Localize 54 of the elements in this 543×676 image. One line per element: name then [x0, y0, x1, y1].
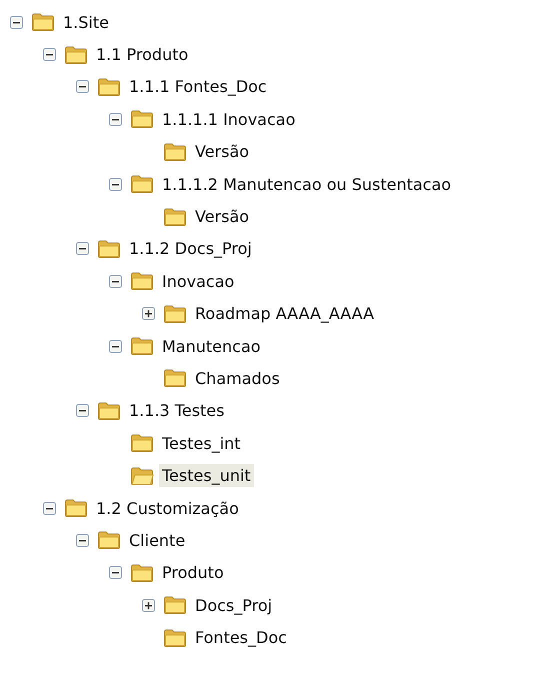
collapse-icon[interactable]: [42, 48, 56, 62]
tree-item[interactable]: Testes_unit: [159, 464, 254, 488]
folder-icon: [97, 400, 121, 421]
tree-item[interactable]: Produto: [159, 561, 227, 584]
folder-icon: [163, 628, 187, 648]
folder-icon: [130, 336, 154, 356]
tree-item[interactable]: 1.1.3 Testes: [126, 399, 228, 422]
open-folder-icon: [130, 466, 154, 486]
collapse-icon[interactable]: [76, 80, 88, 94]
folder-icon: [64, 44, 88, 65]
tree-item[interactable]: 1.2 Customização: [93, 496, 242, 520]
expand-icon[interactable]: [142, 598, 154, 612]
folder-icon: [64, 498, 88, 518]
tree-item[interactable]: 1.Site: [60, 10, 112, 34]
tree-item[interactable]: 1.1 Produto: [93, 43, 192, 66]
collapse-icon[interactable]: [76, 242, 88, 256]
folder-icon: [163, 304, 187, 324]
folder-icon: [163, 368, 187, 388]
collapse-icon[interactable]: [108, 566, 122, 580]
tree-item[interactable]: 1.1.1.2 Manutencao ou Sustentacao: [159, 172, 454, 196]
tree-item[interactable]: Chamados: [192, 366, 283, 390]
collapse-icon[interactable]: [108, 340, 122, 353]
folder-icon: [163, 206, 187, 227]
tree-item[interactable]: Docs_Proj: [192, 594, 276, 617]
collapse-icon[interactable]: [108, 112, 122, 126]
collapse-icon[interactable]: [42, 502, 56, 515]
folder-icon: [130, 271, 154, 292]
tree-item[interactable]: Roadmap AAAA_AAAA: [192, 302, 378, 326]
tree-item[interactable]: Fontes_Doc: [192, 626, 290, 650]
tree-item[interactable]: 1.1.1.1 Inovacao: [159, 108, 298, 131]
collapse-icon[interactable]: [76, 534, 88, 547]
tree-item[interactable]: Cliente: [126, 528, 188, 552]
folder-icon: [31, 12, 55, 32]
tree-item[interactable]: Testes_int: [159, 432, 244, 455]
collapse-icon[interactable]: [108, 178, 122, 191]
folder-icon: [163, 595, 187, 616]
tree-item[interactable]: Manutencao: [159, 334, 264, 358]
folder-icon: [130, 562, 154, 583]
folder-icon: [130, 174, 154, 194]
tree-item[interactable]: Versão: [192, 140, 252, 164]
folder-icon: [97, 76, 121, 97]
collapse-icon[interactable]: [76, 404, 88, 418]
tree-item[interactable]: Inovacao: [159, 270, 238, 293]
tree-item[interactable]: 1.1.1 Fontes_Doc: [126, 75, 270, 98]
folder-icon: [163, 142, 187, 162]
tree-item[interactable]: 1.1.2 Docs_Proj: [126, 237, 255, 260]
expand-icon[interactable]: [142, 307, 154, 320]
folder-icon: [97, 530, 121, 550]
folder-icon: [130, 433, 154, 454]
collapse-icon[interactable]: [108, 274, 122, 288]
tree-item[interactable]: Versão: [192, 205, 252, 228]
collapse-icon[interactable]: [10, 16, 22, 29]
folder-icon: [97, 238, 121, 259]
folder-icon: [130, 109, 154, 130]
